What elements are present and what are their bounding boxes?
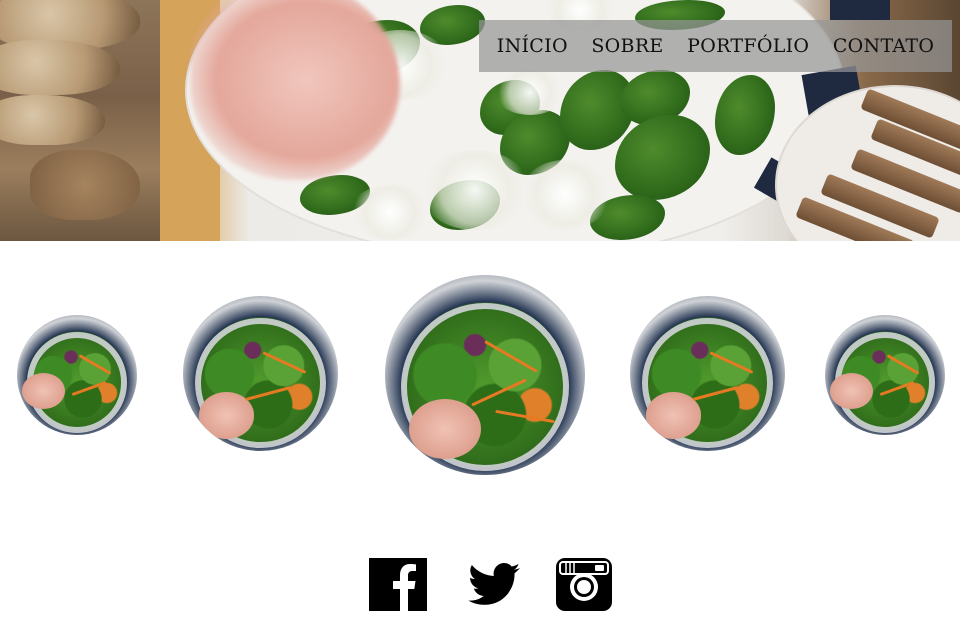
nav-link-sobre[interactable]: SOBRE — [591, 35, 663, 57]
gallery-thumb-1[interactable] — [17, 315, 137, 435]
gallery-thumb-2[interactable] — [183, 296, 338, 451]
bread-crumbs — [30, 150, 140, 220]
bread-slice — [0, 40, 120, 95]
gallery-thumb-3[interactable] — [385, 275, 585, 475]
gallery-thumb-5[interactable] — [825, 315, 945, 435]
instagram-link[interactable] — [556, 558, 612, 611]
bread-slice — [0, 95, 105, 145]
twitter-link[interactable] — [466, 563, 523, 607]
hand — [409, 399, 481, 459]
nav-link-contato[interactable]: CONTATO — [833, 35, 934, 57]
sprouts — [350, 185, 430, 240]
instagram-icon — [556, 558, 612, 611]
sprouts — [520, 160, 610, 230]
twitter-icon — [468, 563, 521, 605]
hand — [829, 372, 873, 409]
gallery-thumb-4[interactable] — [630, 296, 785, 451]
nav-link-inicio[interactable]: INÍCIO — [497, 35, 568, 57]
nav-link-portfolio[interactable]: PORTFÓLIO — [687, 35, 809, 57]
hand-blurred — [190, 0, 400, 180]
hand — [21, 372, 65, 409]
sprouts — [495, 70, 565, 115]
sprouts — [420, 150, 530, 230]
facebook-link[interactable] — [369, 558, 427, 611]
decor-tile — [830, 0, 890, 20]
facebook-icon — [369, 558, 427, 611]
main-navigation: INÍCIO SOBRE PORTFÓLIO CONTATO — [479, 20, 952, 72]
